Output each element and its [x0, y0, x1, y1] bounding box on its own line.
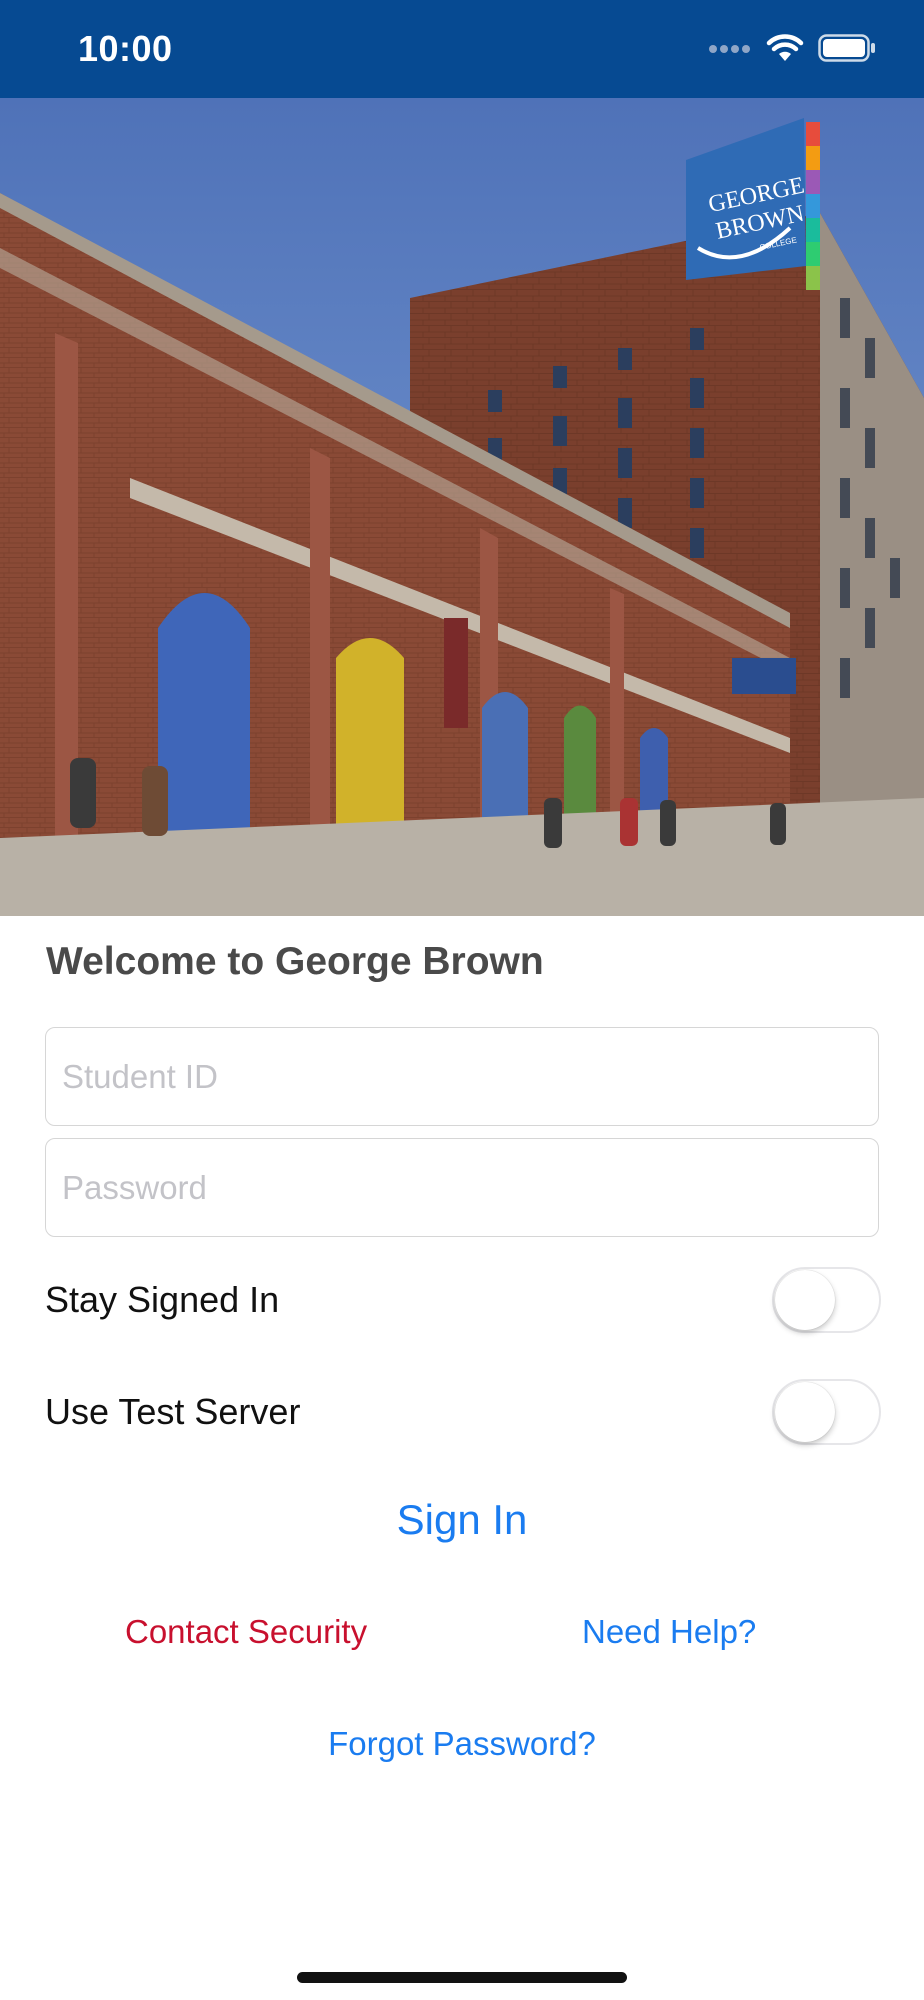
password-field-container — [45, 1138, 879, 1237]
student-id-input[interactable] — [46, 1028, 878, 1125]
use-test-server-row: Use Test Server — [45, 1372, 881, 1452]
login-screen: 10:00 GEORGE BROWN COLLEGE Welcome to Ge… — [0, 0, 924, 2000]
wifi-icon — [766, 33, 804, 67]
password-input[interactable] — [46, 1139, 878, 1236]
need-help-link[interactable]: Need Help? — [582, 1613, 756, 1651]
status-icons — [708, 33, 876, 67]
stay-signed-in-row: Stay Signed In — [45, 1260, 881, 1340]
welcome-heading: Welcome to George Brown — [46, 940, 544, 983]
toggle-knob — [775, 1382, 835, 1442]
home-indicator[interactable] — [297, 1972, 627, 1983]
campus-photo: GEORGE BROWN COLLEGE — [0, 98, 924, 916]
status-time: 10:00 — [78, 28, 173, 69]
student-id-field-container — [45, 1027, 879, 1126]
toggle-knob — [775, 1270, 835, 1330]
stay-signed-in-label: Stay Signed In — [45, 1279, 280, 1320]
use-test-server-label: Use Test Server — [45, 1391, 301, 1432]
stay-signed-in-toggle[interactable] — [772, 1267, 881, 1333]
forgot-password-link[interactable]: Forgot Password? — [0, 1725, 924, 1763]
sign-in-button[interactable]: Sign In — [0, 1496, 924, 1544]
contact-security-link[interactable]: Contact Security — [125, 1613, 367, 1651]
status-bar: 10:00 — [0, 0, 924, 98]
signal-dots-icon — [708, 41, 752, 59]
use-test-server-toggle[interactable] — [772, 1379, 881, 1445]
battery-icon — [818, 33, 876, 67]
